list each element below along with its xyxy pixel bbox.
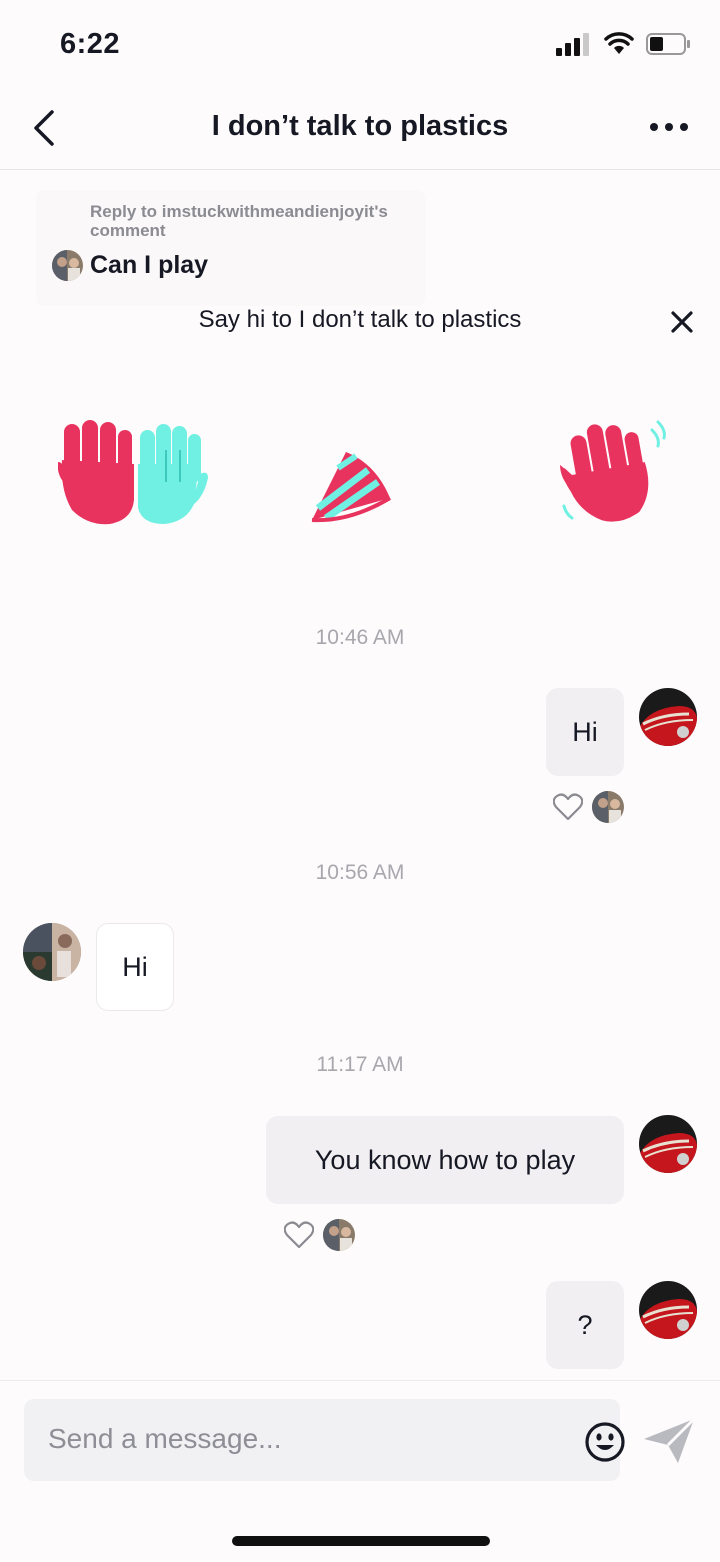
timestamp: 10:46 AM bbox=[315, 626, 405, 649]
timestamp: 11:17 AM bbox=[316, 1053, 404, 1076]
signal-icon bbox=[556, 33, 589, 56]
send-icon[interactable] bbox=[642, 1417, 696, 1465]
party-hat-icon[interactable] bbox=[306, 446, 396, 524]
avatar[interactable] bbox=[639, 688, 697, 746]
chat-title: I don’t talk to plastics bbox=[211, 110, 509, 142]
status-time: 6:22 bbox=[60, 28, 121, 60]
say-hi-text: Say hi to I don’t talk to plastics bbox=[198, 306, 522, 333]
message-bubble-received[interactable]: Hi bbox=[96, 923, 174, 1011]
high-five-icon[interactable] bbox=[58, 420, 210, 528]
battery-icon bbox=[646, 33, 690, 55]
timestamp: 10:56 AM bbox=[315, 861, 405, 884]
liked-by-avatar bbox=[323, 1219, 355, 1251]
avatar[interactable] bbox=[639, 1115, 697, 1173]
home-indicator bbox=[232, 1536, 490, 1546]
message-input[interactable]: Send a message... bbox=[24, 1399, 625, 1481]
reply-label: Reply to imstuckwithmeandienjoyit's comm… bbox=[90, 202, 388, 240]
message-input-bar: Send a message... bbox=[0, 1380, 720, 1500]
heart-icon[interactable] bbox=[284, 1221, 314, 1249]
reply-card[interactable]: Reply to imstuckwithmeandienjoyit's comm… bbox=[36, 190, 426, 306]
close-icon[interactable] bbox=[668, 308, 696, 336]
avatar[interactable] bbox=[23, 923, 81, 981]
reply-text: Can I play bbox=[90, 251, 209, 279]
message-bubble-sent[interactable]: Hi bbox=[546, 688, 624, 776]
message-bubble-sent[interactable]: ? bbox=[546, 1281, 624, 1369]
emoji-icon[interactable] bbox=[584, 1421, 626, 1463]
avatar[interactable] bbox=[639, 1281, 697, 1339]
more-options-icon[interactable] bbox=[648, 112, 690, 142]
wifi-icon bbox=[604, 32, 634, 54]
status-icons bbox=[556, 32, 692, 56]
status-bar: 6:22 bbox=[0, 0, 720, 88]
avatar bbox=[52, 250, 83, 281]
message-bubble-sent[interactable]: You know how to play bbox=[266, 1116, 624, 1204]
nav-bar: I don’t talk to plastics bbox=[0, 88, 720, 170]
liked-by-avatar bbox=[592, 791, 624, 823]
waving-hand-icon[interactable] bbox=[556, 418, 668, 526]
input-placeholder: Send a message... bbox=[48, 1423, 282, 1454]
heart-icon[interactable] bbox=[553, 793, 583, 821]
